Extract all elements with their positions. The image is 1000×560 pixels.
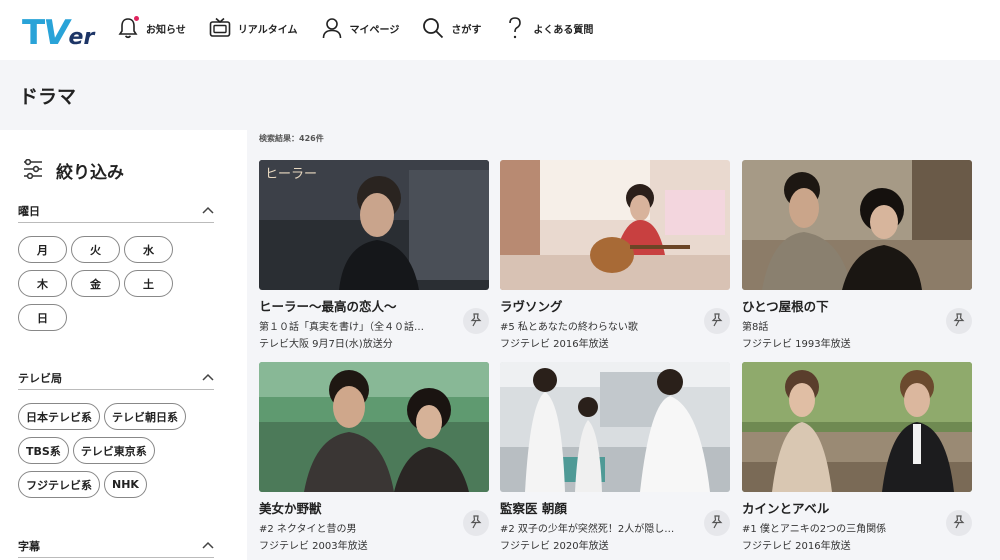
nav-mypage[interactable]: マイページ	[320, 14, 400, 42]
chevron-up-icon	[202, 539, 214, 552]
nav-label: さがす	[451, 24, 482, 36]
chip-day-thu[interactable]: 木	[18, 270, 67, 297]
pin-icon	[710, 312, 724, 331]
filter-sliders-icon	[22, 158, 44, 183]
favorite-button[interactable]	[704, 510, 730, 536]
nav-notifications[interactable]: お知らせ	[116, 14, 186, 42]
tv-icon	[208, 14, 232, 42]
nav-realtime[interactable]: リアルタイム	[208, 14, 298, 42]
nav-faq[interactable]: よくある質問	[503, 14, 593, 42]
program-card[interactable]: 監察医 朝顔 #2 双子の少年が突然死！2人が隠し… フジテレビ 2020年放送	[500, 362, 730, 552]
favorite-button[interactable]	[946, 308, 972, 334]
card-meta: フジテレビ 2003年放送	[259, 541, 368, 552]
chip-station-tvtokyo[interactable]: テレビ東京系	[72, 437, 155, 464]
chip-station-ntv[interactable]: 日本テレビ系	[18, 403, 100, 430]
card-meta: フジテレビ 2020年放送	[500, 541, 609, 552]
chip-day-sat[interactable]: 土	[124, 270, 173, 297]
favorite-button[interactable]	[946, 510, 972, 536]
chip-day-mon[interactable]: 月	[18, 236, 67, 263]
favorite-button[interactable]	[463, 308, 489, 334]
program-card[interactable]: ひとつ屋根の下 第8話 フジテレビ 1993年放送	[742, 160, 972, 350]
filter-section-station: テレビ局 日本テレビ系 テレビ朝日系 TBS系 テレビ東京系 フジテレビ系 NH…	[18, 366, 214, 505]
search-icon	[421, 14, 445, 42]
card-meta: フジテレビ 1993年放送	[742, 339, 851, 350]
section-label: 曜日	[18, 204, 40, 218]
thumbnail	[742, 160, 972, 290]
card-episode: #2 双子の少年が突然死！2人が隠し…	[500, 524, 675, 535]
filter-section-day: 曜日 月 火 水 木 金 土 日	[18, 199, 214, 338]
chevron-up-icon	[202, 371, 214, 384]
logo-letter-t: T	[22, 13, 45, 53]
chip-day-sun[interactable]: 日	[18, 304, 67, 331]
filter-section-subtitles: 字幕	[18, 534, 214, 558]
section-label: テレビ局	[18, 371, 62, 385]
chip-day-tue[interactable]: 火	[71, 236, 120, 263]
card-episode: 第8話	[742, 322, 769, 333]
logo-letter-v: V	[43, 13, 69, 53]
program-card[interactable]: カインとアベル #1 僕とアニキの2つの三角関係 フジテレビ 2016年放送	[742, 362, 972, 552]
chip-day-wed[interactable]: 水	[124, 236, 173, 263]
nav-label: お知らせ	[146, 24, 186, 36]
card-title: 監察医 朝顔	[500, 501, 567, 516]
thumbnail	[500, 160, 730, 290]
program-card[interactable]: ラヴソング #5 私とあなたの終わらない歌 フジテレビ 2016年放送	[500, 160, 730, 350]
pin-icon	[952, 514, 966, 533]
chip-day-fri[interactable]: 金	[71, 270, 120, 297]
card-episode: #1 僕とアニキの2つの三角関係	[742, 524, 887, 535]
logo-letters-er: er	[68, 25, 95, 50]
pin-icon	[469, 514, 483, 533]
card-meta: フジテレビ 2016年放送	[742, 541, 851, 552]
nav-label: マイページ	[349, 24, 400, 36]
chip-station-nhk[interactable]: NHK	[104, 471, 147, 498]
card-title: カインとアベル	[742, 501, 830, 516]
chip-group: 月 火 水 木 金 土 日	[18, 236, 214, 338]
thumbnail	[742, 362, 972, 492]
favorite-button[interactable]	[463, 510, 489, 536]
thumbnail: ヒーラー	[259, 160, 489, 290]
thumbnail	[259, 362, 489, 492]
filter-label: 絞り込み	[56, 163, 124, 183]
program-card[interactable]: ヒーラー ヒーラー〜最高の恋人〜 第１０話「真実を書け」（全４０話… テレビ大阪…	[259, 160, 489, 350]
program-card[interactable]: 美女か野獣 #2 ネクタイと昔の男 フジテレビ 2003年放送	[259, 362, 489, 552]
nav-label: よくある質問	[533, 24, 594, 36]
chip-group: 日本テレビ系 テレビ朝日系 TBS系 テレビ東京系 フジテレビ系 NHK	[18, 403, 214, 505]
card-title: 美女か野獣	[259, 501, 322, 516]
notification-dot	[134, 16, 139, 21]
page-title: ドラマ	[19, 86, 77, 108]
section-header[interactable]: 字幕	[18, 534, 214, 558]
header: T Ver お知らせ リアルタイム マイページ さがす よくある質問	[0, 0, 1000, 60]
pin-icon	[952, 312, 966, 331]
section-label: 字幕	[18, 539, 40, 553]
nav-label: リアルタイム	[237, 24, 298, 36]
svg-text:ヒーラー: ヒーラー	[265, 167, 317, 182]
result-count: 検索結果：426件	[259, 134, 324, 143]
card-meta: フジテレビ 2016年放送	[500, 339, 609, 350]
thumbnail	[500, 362, 730, 492]
nav-search[interactable]: さがす	[421, 14, 481, 42]
section-header[interactable]: 曜日	[18, 199, 214, 223]
person-icon	[320, 14, 344, 42]
card-meta: テレビ大阪 9月7日(水)放送分	[259, 339, 393, 350]
question-icon	[503, 14, 527, 42]
global-nav: お知らせ リアルタイム マイページ さがす よくある質問	[116, 14, 615, 42]
tver-logo[interactable]: T Ver	[22, 10, 94, 50]
pin-icon	[710, 514, 724, 533]
chevron-up-icon	[202, 204, 214, 217]
title-band	[0, 60, 1000, 130]
chip-station-tvasahi[interactable]: テレビ朝日系	[104, 403, 186, 430]
favorite-button[interactable]	[704, 308, 730, 334]
filter-heading: 絞り込み	[22, 158, 124, 183]
card-episode: #2 ネクタイと昔の男	[259, 524, 357, 535]
chip-station-tbs[interactable]: TBS系	[18, 437, 69, 464]
card-title: ひとつ屋根の下	[742, 299, 829, 314]
section-header[interactable]: テレビ局	[18, 366, 214, 390]
pin-icon	[469, 312, 483, 331]
card-title: ラヴソング	[500, 299, 563, 314]
chip-station-fuji[interactable]: フジテレビ系	[18, 471, 100, 498]
card-episode: #5 私とあなたの終わらない歌	[500, 322, 638, 333]
card-title: ヒーラー〜最高の恋人〜	[259, 299, 397, 314]
card-episode: 第１０話「真実を書け」（全４０話…	[259, 322, 424, 333]
bell-icon	[116, 14, 140, 42]
